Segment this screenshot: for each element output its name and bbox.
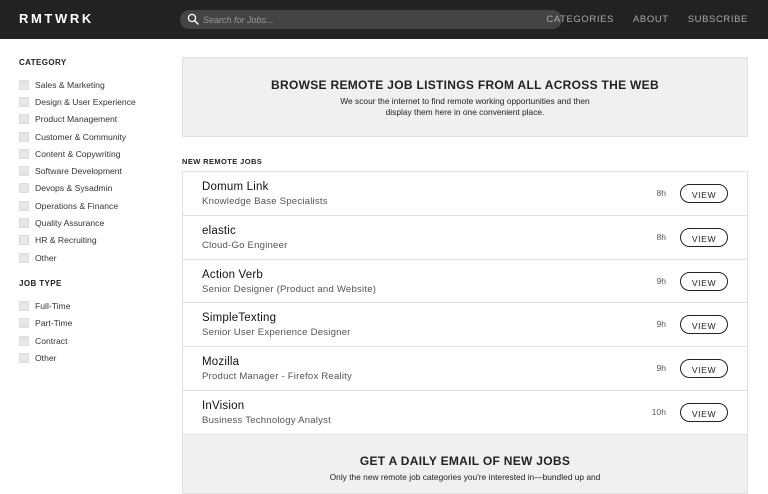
view-button[interactable]: VIEW <box>680 315 728 335</box>
category-label: Devops & Sysadmin <box>35 183 113 194</box>
email-title: GET A DAILY EMAIL OF NEW JOBS <box>359 454 571 468</box>
jobtype-label: Full-Time <box>35 300 71 311</box>
category-item[interactable]: Operations & Finance <box>19 197 169 214</box>
checkbox[interactable] <box>19 166 29 177</box>
category-item[interactable]: HR & Recruiting <box>19 232 169 249</box>
view-button[interactable]: VIEW <box>680 359 728 379</box>
jobtype-label: Contract <box>35 335 68 346</box>
job-title: Business Technology Analyst <box>202 414 331 426</box>
category-item[interactable]: Other <box>19 249 169 266</box>
job-row[interactable]: Domum Link Knowledge Base Specialists 8h… <box>183 172 747 216</box>
category-heading: CATEGORY <box>19 58 67 67</box>
checkbox[interactable] <box>19 335 29 346</box>
job-row[interactable]: SimpleTexting Senior User Experience Des… <box>183 303 747 348</box>
job-company: Mozilla <box>202 356 240 369</box>
job-company: SimpleTexting <box>202 312 277 325</box>
category-label: Operations & Finance <box>35 200 119 211</box>
checkbox[interactable] <box>19 200 29 211</box>
jobtype-item[interactable]: Part-Time <box>19 315 169 332</box>
jobtype-heading: JOB TYPE <box>19 279 62 289</box>
job-age: 8h <box>656 188 666 198</box>
job-company: Action Verb <box>202 268 264 281</box>
nav-categories[interactable]: CATEGORIES <box>546 14 614 25</box>
hero-text: We scour the internet to find remote wor… <box>340 96 590 117</box>
checkbox[interactable] <box>19 96 29 107</box>
category-label: Product Management <box>35 114 118 125</box>
view-button[interactable]: VIEW <box>680 184 728 203</box>
job-row[interactable]: elastic Cloud-Go Engineer 8h VIEW <box>183 216 747 260</box>
checkbox[interactable] <box>19 131 29 142</box>
category-item[interactable]: Customer & Community <box>19 128 169 145</box>
category-label: Sales & Marketing <box>35 79 105 90</box>
category-item[interactable]: Devops & Sysadmin <box>19 180 169 197</box>
job-row[interactable]: InVision Business Technology Analyst 10h… <box>183 391 747 435</box>
job-company: elastic <box>202 224 236 237</box>
view-button[interactable]: VIEW <box>680 227 728 247</box>
checkbox[interactable] <box>19 235 29 246</box>
job-company: InVision <box>202 399 245 412</box>
job-age: 8h <box>656 231 666 242</box>
job-title: Product Manager - Firefox Reality <box>202 371 353 383</box>
search-icon <box>187 13 199 25</box>
job-title: Cloud-Go Engineer <box>202 239 288 251</box>
category-item[interactable]: Sales & Marketing <box>19 76 169 93</box>
job-title: Senior Designer (Product and Website) <box>202 283 377 295</box>
nav-subscribe[interactable]: SUBSCRIBE <box>688 14 748 25</box>
job-row[interactable]: Action Verb Senior Designer (Product and… <box>183 260 747 304</box>
category-item[interactable]: Design & User Experience <box>19 93 169 110</box>
jobtype-item[interactable]: Contract <box>19 332 169 349</box>
nav-about[interactable]: ABOUT <box>633 14 669 25</box>
job-age: 9h <box>656 275 666 286</box>
job-title: Senior User Experience Designer <box>202 327 351 339</box>
email-signup-banner: GET A DAILY EMAIL OF NEW JOBS Only the n… <box>182 434 748 494</box>
email-text: Only the new remote job categories you'r… <box>329 472 601 482</box>
filter-sidebar: CATEGORY Sales & Marketing Design & User… <box>19 58 169 366</box>
search-input[interactable] <box>203 10 553 29</box>
category-item[interactable]: Content & Copywriting <box>19 145 169 162</box>
category-label: HR & Recruiting <box>35 235 97 246</box>
checkbox[interactable] <box>19 114 29 125</box>
checkbox[interactable] <box>19 218 29 229</box>
category-label: Quality Assurance <box>35 218 105 229</box>
category-label: Customer & Community <box>35 131 127 142</box>
main-nav: CATEGORIES ABOUT SUBSCRIBE <box>546 14 748 25</box>
job-age: 10h <box>651 406 666 417</box>
category-label: Other <box>35 252 57 263</box>
job-age: 9h <box>656 319 666 330</box>
job-row[interactable]: Mozilla Product Manager - Firefox Realit… <box>183 347 747 391</box>
job-list: Domum Link Knowledge Base Specialists 8h… <box>182 171 748 436</box>
jobs-section-label: NEW REMOTE JOBS <box>182 157 263 166</box>
checkbox[interactable] <box>19 318 29 329</box>
view-button[interactable]: VIEW <box>680 271 728 291</box>
category-list: Sales & Marketing Design & User Experien… <box>19 76 169 266</box>
jobtype-label: Other <box>35 352 57 363</box>
checkbox[interactable] <box>19 148 29 159</box>
checkbox[interactable] <box>19 252 29 263</box>
jobtype-item[interactable]: Full-Time <box>19 297 169 314</box>
job-company: Domum Link <box>202 181 269 193</box>
checkbox[interactable] <box>19 79 29 90</box>
jobtype-item[interactable]: Other <box>19 349 169 366</box>
hero-title: BROWSE REMOTE JOB LISTINGS FROM ALL ACRO… <box>271 78 659 92</box>
checkbox[interactable] <box>19 183 29 194</box>
category-label: Content & Copywriting <box>35 148 121 159</box>
job-age: 9h <box>656 363 666 374</box>
logo[interactable]: RMTWRK <box>19 11 94 26</box>
hero-banner: BROWSE REMOTE JOB LISTINGS FROM ALL ACRO… <box>182 57 748 137</box>
category-label: Design & User Experience <box>35 96 136 107</box>
category-item[interactable]: Software Development <box>19 162 169 179</box>
checkbox[interactable] <box>19 352 29 363</box>
jobtype-label: Part-Time <box>35 318 73 329</box>
search-bar[interactable] <box>180 10 562 29</box>
category-item[interactable]: Product Management <box>19 111 169 128</box>
category-item[interactable]: Quality Assurance <box>19 214 169 231</box>
top-bar: RMTWRK CATEGORIES ABOUT SUBSCRIBE <box>0 0 768 39</box>
checkbox[interactable] <box>19 300 29 311</box>
view-button[interactable]: VIEW <box>680 402 728 422</box>
jobtype-list: Full-Time Part-Time Contract Other <box>19 297 169 366</box>
job-title: Knowledge Base Specialists <box>202 196 328 207</box>
category-label: Software Development <box>35 166 122 177</box>
